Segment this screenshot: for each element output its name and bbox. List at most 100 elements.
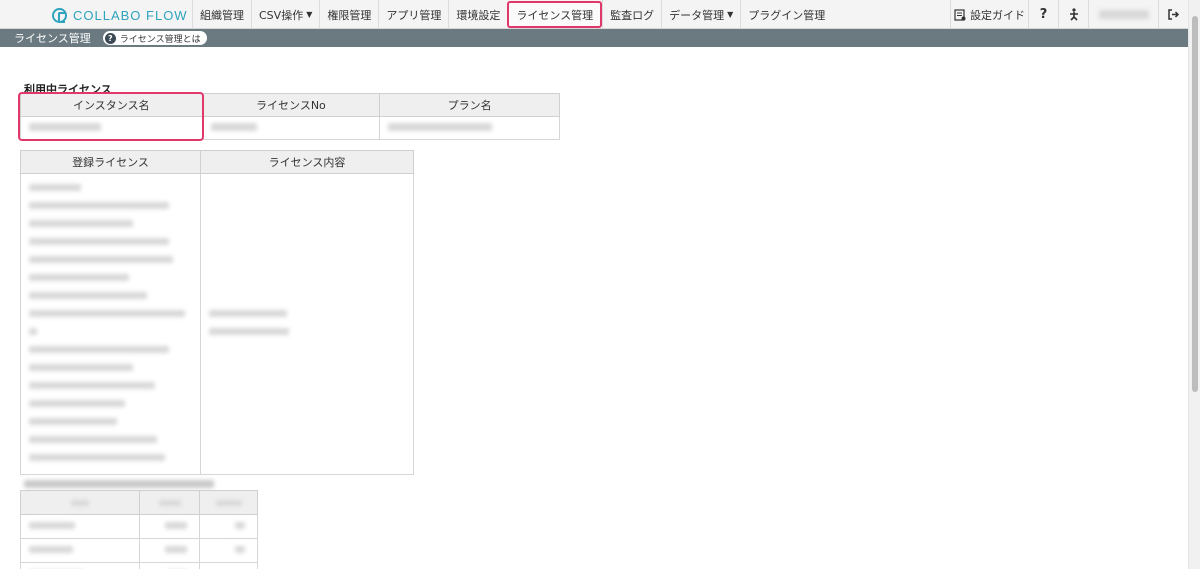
table-row (19, 538, 258, 563)
menu-label: アプリ管理 (386, 8, 442, 22)
list-item (29, 396, 192, 414)
usage-label-cell (19, 538, 141, 563)
help-link-label: ライセンス管理とは (119, 34, 201, 45)
list-item (29, 306, 192, 324)
menu-item-audit-log[interactable]: 監査ログ (602, 0, 661, 29)
license-help-link[interactable]: ? ライセンス管理とは (102, 31, 207, 45)
list-item (29, 342, 192, 360)
accessibility-button[interactable] (1058, 0, 1088, 29)
menu-item-license[interactable]: ライセンス管理 (507, 1, 603, 28)
redacted-value (235, 546, 245, 553)
license-no-cell (201, 116, 381, 140)
menu-label: データ管理 (669, 8, 725, 22)
redacted-value (29, 310, 185, 317)
top-navigation: COLLABO FLOW 組織管理 CSV操作 ▼ 権限管理 アプリ管理 環境設定… (0, 0, 1188, 29)
license-content-cell (199, 173, 415, 475)
settings-guide-button[interactable]: 設定ガイド (950, 0, 1028, 29)
list-item (29, 432, 192, 450)
help-button[interactable]: ? (1028, 0, 1058, 29)
redacted-value (29, 274, 129, 281)
plan-name-cell (379, 116, 560, 140)
redacted-value (235, 522, 245, 529)
chevron-down-icon: ▼ (727, 10, 734, 19)
list-item (29, 198, 192, 216)
redacted-value (29, 238, 169, 245)
redacted-value (29, 546, 73, 553)
subheader-bar: ライセンス管理 ? ライセンス管理とは (0, 29, 1188, 47)
column-header-plan-name: プラン名 (379, 93, 560, 117)
list-item (29, 252, 192, 270)
usage-column-header (19, 490, 141, 515)
usage-value-cell (139, 538, 201, 563)
redacted-value (71, 500, 90, 506)
usage-label-cell (19, 562, 141, 569)
redacted-value (29, 364, 133, 371)
redacted-value (29, 184, 81, 191)
redacted-value (165, 546, 188, 553)
usage-value-cell (139, 562, 201, 569)
redacted-value (29, 292, 147, 299)
menu-item-organization[interactable]: 組織管理 (192, 0, 251, 29)
guide-icon (954, 8, 966, 21)
redacted-value (210, 122, 257, 131)
logo[interactable]: COLLABO FLOW (52, 6, 188, 24)
usage-value-cell (199, 538, 258, 563)
right-tools: 設定ガイド ? (950, 0, 1188, 29)
question-icon: ? (1039, 7, 1048, 22)
redacted-value (29, 382, 155, 389)
collabo-flow-logo-icon (52, 7, 67, 23)
list-item (29, 360, 192, 378)
settings-guide-label: 設定ガイド (970, 8, 1025, 22)
list-item (29, 234, 192, 252)
column-header-license-content: ライセンス内容 (199, 150, 415, 174)
list-item (29, 324, 192, 342)
menu-item-apps[interactable]: アプリ管理 (378, 0, 448, 29)
redacted-value (29, 346, 169, 353)
redacted-value (208, 310, 287, 317)
menu-item-csv[interactable]: CSV操作 ▼ (251, 0, 319, 29)
column-header-license-no: ライセンスNo (201, 93, 381, 117)
usage-value-cell (199, 514, 258, 539)
usage-label-cell (19, 514, 141, 539)
logout-icon (1167, 9, 1179, 20)
user-menu[interactable] (1088, 0, 1158, 29)
page-scrollbar[interactable] (1188, 0, 1200, 569)
instance-name-highlight (18, 92, 204, 141)
redacted-value (29, 220, 133, 227)
list-item (29, 450, 192, 468)
logo-text: COLLABO FLOW (73, 7, 188, 23)
content-line (208, 306, 413, 324)
redacted-value (165, 522, 188, 529)
usage-value-cell (199, 562, 258, 569)
logout-button[interactable] (1158, 0, 1188, 29)
list-item (29, 270, 192, 288)
list-item (29, 180, 192, 198)
menu-item-environment[interactable]: 環境設定 (448, 0, 507, 29)
chevron-down-icon: ▼ (306, 10, 313, 19)
menu-label: ライセンス管理 (516, 8, 594, 22)
redacted-value (29, 328, 37, 335)
list-item (29, 216, 192, 234)
menu-item-permissions[interactable]: 権限管理 (319, 0, 378, 29)
usage-table (19, 490, 258, 569)
usage-column-header (199, 490, 258, 515)
registered-license-list (20, 173, 201, 475)
list-item (29, 288, 192, 306)
accessibility-icon (1069, 8, 1078, 21)
breadcrumb: ライセンス管理 (14, 32, 91, 45)
menu-label: CSV操作 (259, 8, 304, 22)
list-item (29, 378, 192, 396)
menu-label: 権限管理 (327, 8, 372, 22)
usage-value-cell (139, 514, 201, 539)
menu-item-plugins[interactable]: プラグイン管理 (740, 0, 832, 29)
main-menu: 組織管理 CSV操作 ▼ 権限管理 アプリ管理 環境設定 ライセンス管理 監査ログ… (192, 0, 832, 29)
redacted-value (29, 256, 173, 263)
scrollbar-thumb[interactable] (1192, 16, 1198, 392)
column-header-registered-license: 登録ライセンス (20, 150, 201, 174)
table-row (19, 514, 258, 539)
question-icon: ? (104, 32, 116, 44)
menu-item-data[interactable]: データ管理 ▼ (661, 0, 740, 29)
menu-label: 環境設定 (456, 8, 501, 22)
redacted-value (29, 202, 169, 209)
registered-license-table: 登録ライセンス ライセンス内容 (20, 150, 415, 475)
